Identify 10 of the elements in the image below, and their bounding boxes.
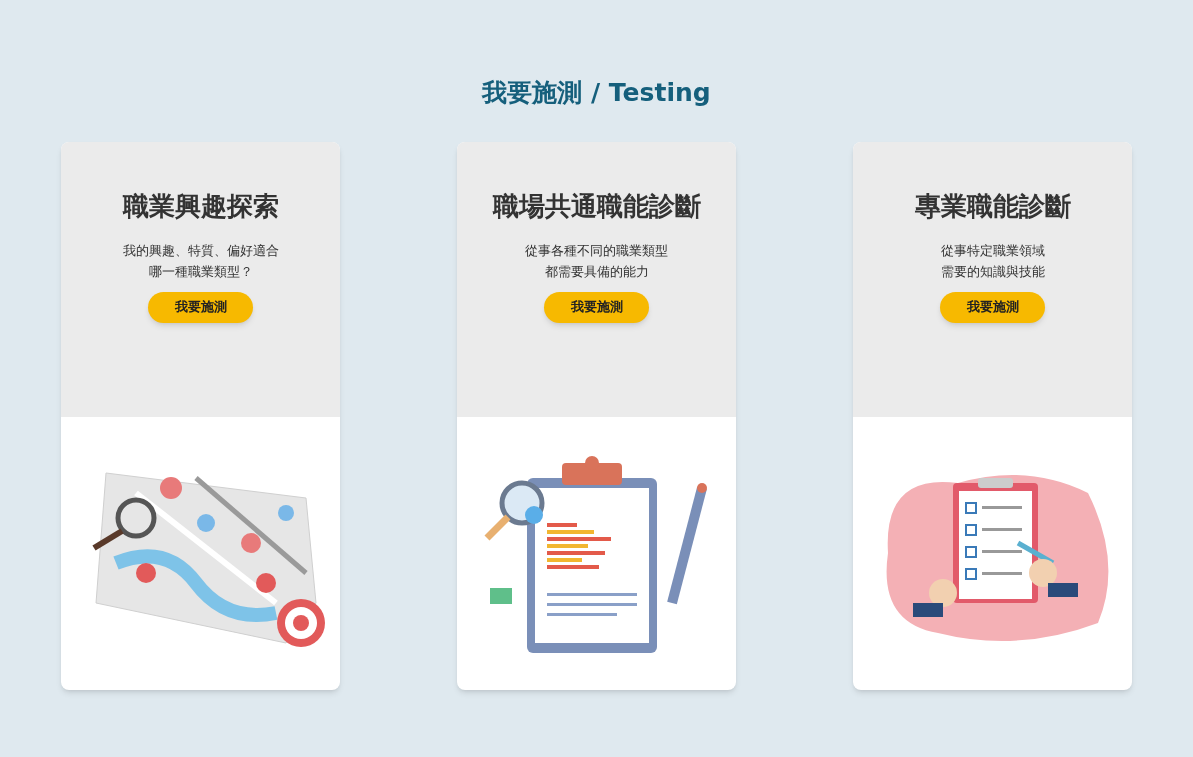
card-title: 專業職能診斷 xyxy=(914,189,1071,223)
card-title: 職業興趣探索 xyxy=(122,189,279,223)
card-title: 職場共通職能診斷 xyxy=(492,189,701,223)
card-description: 從事特定職業領域 需要的知識與技能 xyxy=(940,241,1045,281)
card-description: 我的興趣、特質、偏好適合 哪一種職業類型？ xyxy=(122,241,279,281)
section-heading: 我要施測 / Testing xyxy=(482,77,711,109)
start-test-button[interactable]: 我要施測 xyxy=(148,291,253,323)
start-test-button[interactable]: 我要施測 xyxy=(940,291,1045,323)
card-description: 從事各種不同的職業類型 都需要具備的能力 xyxy=(525,241,668,281)
start-test-button[interactable]: 我要施測 xyxy=(544,291,649,323)
